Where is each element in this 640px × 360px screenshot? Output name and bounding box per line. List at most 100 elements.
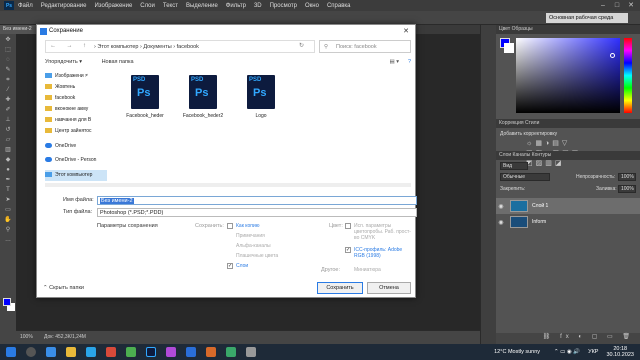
thumbnail-checkbox[interactable]: Миниатюра (345, 267, 381, 273)
eye-icon[interactable]: ◉ (496, 203, 506, 210)
refresh-icon[interactable]: ↻ (299, 40, 304, 53)
fill-value[interactable]: 100% (618, 185, 636, 193)
word-icon[interactable] (186, 347, 196, 357)
excel-icon[interactable] (226, 347, 236, 357)
menu-type[interactable]: Текст (163, 3, 178, 9)
spot-colors-checkbox[interactable]: Плашечные цвета (227, 253, 278, 259)
eraser-tool-icon[interactable]: ▱ (4, 137, 12, 144)
app3-icon[interactable] (246, 347, 256, 357)
file-item[interactable]: PSD Ps Facebook_heder (123, 75, 167, 119)
use-proof-checkbox[interactable]: Исп. параметры цветопробы. Раб. прост-во… (345, 223, 411, 241)
app-icon[interactable] (106, 347, 116, 357)
path-select-tool-icon[interactable]: ➤ (4, 197, 12, 204)
adjustments-panel-tabs[interactable]: Коррекция Стили (496, 119, 640, 128)
tray-icons[interactable]: ⌃ ▭ ◉ 🔊 (554, 349, 580, 355)
quick-select-tool-icon[interactable]: ✎ (4, 67, 12, 74)
layer-row[interactable]: ◉ Inform (496, 214, 640, 230)
pen-tool-icon[interactable]: ✒ (4, 177, 12, 184)
organize-button[interactable]: Упорядочить ▾ (45, 59, 82, 65)
healing-tool-icon[interactable]: ✚ (4, 97, 12, 104)
photoshop-taskbar-icon[interactable] (146, 347, 156, 357)
hand-tool-icon[interactable]: ✋ (4, 217, 12, 224)
menu-3d[interactable]: 3D (254, 3, 262, 9)
history-brush-icon[interactable]: ↺ (4, 127, 12, 134)
minimize-icon[interactable]: – (596, 0, 610, 11)
telegram-icon[interactable] (86, 347, 96, 357)
horizontal-scrollbar[interactable] (45, 183, 411, 187)
as-copy-checkbox[interactable]: Как копию (227, 223, 260, 229)
adjustment-icons-row1[interactable]: ☼▦◑▤▽ (496, 139, 640, 147)
lasso-tool-icon[interactable]: ◌ (4, 57, 12, 64)
color-field[interactable] (516, 38, 620, 113)
eye-icon[interactable]: ◉ (496, 219, 506, 226)
stamp-tool-icon[interactable]: ⊥ (4, 117, 12, 124)
sidebar-item-folder[interactable]: facebook (45, 93, 107, 104)
sidebar-item-folder[interactable]: навчання для В (45, 115, 107, 126)
cancel-button[interactable]: Отмена (367, 282, 411, 294)
color-panel-tabs[interactable]: Цвет Образцы (496, 25, 640, 34)
notes-checkbox[interactable]: Примечания (227, 233, 265, 239)
language-indicator[interactable]: УКР (588, 349, 598, 355)
eyedropper-tool-icon[interactable]: ⁄ (4, 87, 12, 94)
crop-tool-icon[interactable]: ⌗ (4, 77, 12, 84)
sidebar-item-folder[interactable]: вконокне акму (45, 104, 107, 115)
dodge-tool-icon[interactable]: ● (4, 167, 12, 174)
foreground-color-swatch[interactable] (3, 298, 11, 306)
search-input[interactable]: ⚲ Поиск: facebook (319, 40, 411, 53)
chrome-icon[interactable] (126, 347, 136, 357)
menu-view[interactable]: Просмотр (270, 3, 297, 9)
move-tool-icon[interactable]: ✥ (4, 37, 12, 44)
weather-widget[interactable]: 12°C Mostly sunny (494, 349, 540, 355)
shape-tool-icon[interactable]: ▭ (4, 207, 12, 214)
sidebar-item-onedrive-personal[interactable]: OneDrive - Person (45, 155, 107, 166)
blend-mode-select[interactable]: Обычные (500, 173, 550, 181)
menu-select[interactable]: Выделение (186, 3, 218, 9)
sidebar-item-this-pc[interactable]: Этот компьютер (45, 170, 107, 181)
more-tools-icon[interactable]: … (4, 237, 12, 244)
help-icon[interactable]: ? (408, 57, 411, 68)
back-arrow-icon[interactable]: ← (50, 40, 56, 53)
app2-icon[interactable] (166, 347, 176, 357)
sidebar-item-pictures[interactable]: Изображени ≠ (45, 71, 107, 82)
icc-profile-checkbox[interactable]: ✓ ICC-профиль: Adobe RGB (1998) (345, 247, 411, 259)
hue-slider[interactable] (624, 38, 632, 113)
edge-icon[interactable] (46, 347, 56, 357)
clock[interactable]: 20:18 30.10.2023 (606, 346, 634, 358)
panel-bg-swatch[interactable] (504, 43, 514, 53)
search-taskbar-icon[interactable] (26, 347, 36, 357)
start-icon[interactable] (6, 347, 16, 357)
file-item[interactable]: PSD Ps Facebook_heder2 (181, 75, 225, 119)
file-item[interactable]: PSD Ps Logo (239, 75, 283, 119)
filetype-select[interactable]: Photoshop (*.PSD;*.PDD) (97, 208, 417, 217)
hide-folders-toggle[interactable]: ⌃ Скрыть папки (43, 285, 84, 291)
menu-filter[interactable]: Фильтр (226, 3, 246, 9)
color-picker-marker[interactable] (610, 53, 615, 58)
menu-edit[interactable]: Редактирование (41, 3, 87, 9)
up-arrow-icon[interactable]: ↑ (83, 40, 86, 53)
explorer-icon[interactable] (66, 347, 76, 357)
brush-tool-icon[interactable]: ✐ (4, 107, 12, 114)
workspace-select[interactable]: Основная рабочая среда (546, 13, 628, 23)
forward-arrow-icon[interactable]: → (66, 40, 72, 53)
dialog-close-icon[interactable]: ✕ (400, 26, 412, 37)
layers-checkbox[interactable]: ✓ Слои (227, 263, 248, 269)
save-button[interactable]: Сохранить (317, 282, 363, 294)
close-icon[interactable]: ✕ (624, 0, 638, 11)
text-tool-icon[interactable]: T (4, 187, 12, 194)
menu-file[interactable]: Файл (18, 3, 33, 9)
sidebar-item-onedrive[interactable]: OneDrive (45, 141, 107, 152)
new-folder-button[interactable]: Новая папка (102, 59, 134, 65)
powerpoint-icon[interactable] (206, 347, 216, 357)
sidebar-item-folder[interactable]: Жовтень (45, 82, 107, 93)
layer-row[interactable]: ◉ Слой 1 (496, 198, 640, 214)
menu-help[interactable]: Справка (327, 3, 351, 9)
marquee-tool-icon[interactable]: ⬚ (4, 47, 12, 54)
layers-footer-icons[interactable]: ⛓ fx ◐ ▢ ▭ 🗑 (496, 333, 640, 344)
menu-window[interactable]: Окно (305, 3, 319, 9)
sidebar-item-folder[interactable]: Центр зайнятос (45, 126, 107, 137)
opacity-value[interactable]: 100% (618, 173, 636, 181)
blur-tool-icon[interactable]: ◆ (4, 157, 12, 164)
gradient-tool-icon[interactable]: ▥ (4, 147, 12, 154)
maximize-icon[interactable]: □ (610, 0, 624, 11)
menu-image[interactable]: Изображение (94, 3, 132, 9)
